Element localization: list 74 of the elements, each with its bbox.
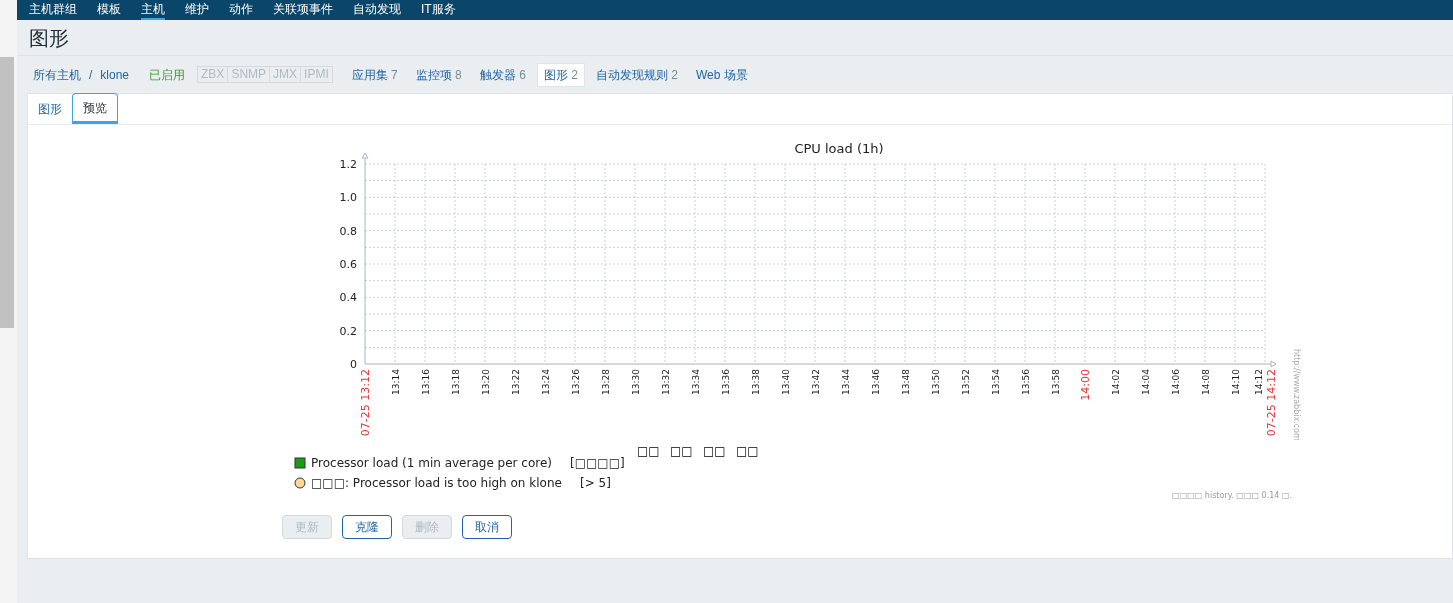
- x-tick-label: 13:58: [1051, 369, 1061, 395]
- host-status: 已启用: [149, 66, 186, 84]
- x-tick-label: 13:42: [811, 369, 821, 395]
- breadcrumb-link[interactable]: 所有主机: [33, 65, 81, 84]
- legend-label: Processor load (1 min average per core): [311, 456, 552, 470]
- x-tick-label: 14:08: [1201, 369, 1211, 395]
- x-tick-label: 14:12: [1254, 369, 1264, 395]
- x-tick-label: 13:32: [661, 369, 671, 395]
- y-tick-label: 0.2: [339, 324, 357, 338]
- x-tick-label: 13:56: [1021, 369, 1031, 395]
- x-tick-label: 13:36: [721, 369, 731, 395]
- page-title: 图形: [29, 25, 69, 51]
- nav-tab[interactable]: IT服务: [421, 0, 456, 20]
- nav-tab[interactable]: 关联项事件: [273, 0, 333, 20]
- x-tick-label: 13:20: [481, 369, 491, 395]
- x-tick-label: 07-25 13:12: [359, 369, 372, 437]
- y-tick-label: 0.4: [339, 291, 357, 305]
- x-tick-label: 07-25 14:12: [1265, 369, 1278, 437]
- x-tick-label: 13:16: [421, 369, 431, 395]
- x-tick-label: 13:52: [961, 369, 971, 395]
- legend-header: □□: [703, 444, 726, 458]
- host-tab[interactable]: 图形 2: [536, 62, 585, 87]
- watermark-url: http://www.zabbix.com: [1292, 349, 1301, 441]
- nav-tab[interactable]: 主机群组: [29, 0, 77, 20]
- sub-tab[interactable]: 预览: [72, 93, 118, 124]
- x-tick-label: 13:46: [871, 369, 881, 395]
- x-tick-label: 14:00: [1079, 369, 1092, 401]
- x-tick-label: 13:48: [901, 369, 911, 395]
- sub-tab[interactable]: 图形: [28, 93, 72, 124]
- footer-note: □□□□ history. □□□ 0.14 □.: [1172, 491, 1292, 500]
- x-tick-label: 13:24: [541, 369, 551, 395]
- action-button[interactable]: 克隆: [342, 515, 392, 539]
- nav-tab[interactable]: 维护: [185, 0, 209, 20]
- y-tick-label: 1.0: [339, 191, 357, 205]
- action-button[interactable]: 取消: [462, 515, 512, 539]
- y-tick-label: 0.8: [339, 224, 357, 238]
- x-tick-label: 13:28: [601, 369, 611, 395]
- x-tick-label: 13:44: [841, 369, 851, 395]
- chart-title: CPU load (1h): [794, 141, 884, 156]
- x-tick-label: 13:40: [781, 369, 791, 395]
- x-tick-label: 13:30: [631, 369, 641, 395]
- scrollbar-thumb[interactable]: [0, 57, 14, 328]
- host-tab[interactable]: 自动发现规则 2: [588, 62, 685, 87]
- x-tick-label: 13:26: [571, 369, 581, 395]
- nav-tab[interactable]: 模板: [97, 0, 121, 20]
- nav-tab[interactable]: 主机: [141, 0, 165, 20]
- x-tick-label: 13:14: [391, 369, 401, 395]
- x-tick-label: 13:50: [931, 369, 941, 395]
- legend-header: □□: [736, 444, 759, 458]
- host-tab[interactable]: 应用集 7: [344, 62, 405, 87]
- y-tick-label: 1.2: [339, 158, 357, 171]
- x-tick-label: 13:34: [691, 369, 701, 395]
- legend-value: [> 5]: [580, 476, 611, 490]
- breadcrumb-link[interactable]: klone: [100, 65, 130, 84]
- legend-label: □□□: Processor load is too high on klone: [311, 476, 562, 490]
- nav-tab[interactable]: 自动发现: [353, 0, 401, 20]
- x-tick-label: 14:02: [1111, 369, 1121, 395]
- y-tick-label: 0: [350, 358, 357, 371]
- x-tick-label: 14:10: [1231, 369, 1241, 395]
- breadcrumb-separator: /: [89, 66, 93, 84]
- x-tick-label: 13:54: [991, 369, 1001, 395]
- host-tab[interactable]: 监控项 8: [408, 62, 469, 87]
- nav-tab[interactable]: 动作: [229, 0, 253, 20]
- legend-header: □□: [670, 444, 693, 458]
- host-tab[interactable]: Web 场景: [688, 62, 755, 87]
- host-tab[interactable]: 触发器 6: [472, 62, 533, 87]
- x-tick-label: 14:06: [1171, 369, 1181, 395]
- x-tick-label: 14:04: [1141, 369, 1151, 395]
- x-tick-label: 13:38: [751, 369, 761, 395]
- legend-header: □□: [637, 444, 660, 458]
- y-tick-label: 0.6: [339, 258, 357, 271]
- x-tick-label: 13:22: [511, 369, 521, 395]
- x-tick-label: 13:18: [451, 369, 461, 395]
- legend-value: [□□□□]: [570, 456, 625, 470]
